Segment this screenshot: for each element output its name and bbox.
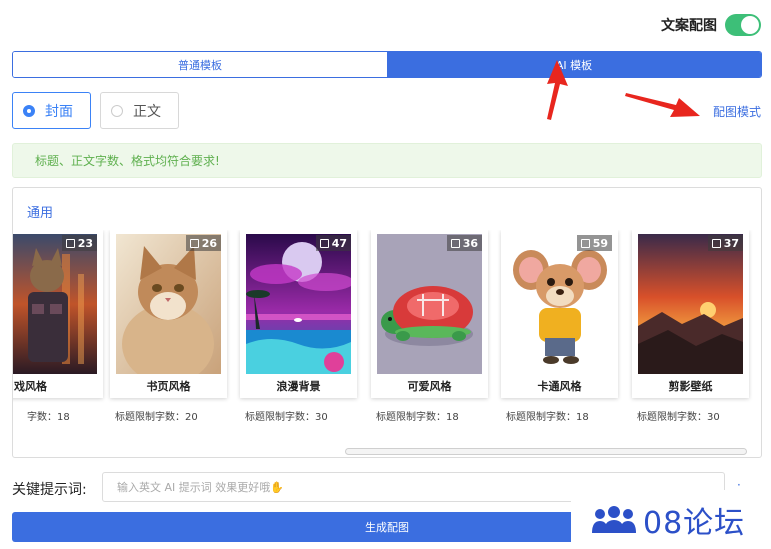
template-card[interactable]: 47 浪漫背景 [240,230,357,398]
template-card[interactable]: 59 卡通风格 [501,230,618,398]
tab-ai-template[interactable]: AI 模板 [387,52,761,77]
title-limit-text: 标题限制字数：30 [637,412,720,423]
title-limit-text: 标题限制字数：18 [376,412,459,423]
template-panel: 通用 23 戏风格 26 书页风格 47 浪漫背景 36 可爱风格 59 卡通风… [12,187,762,458]
template-thumbnail [638,234,743,374]
template-tabs: 普通模板 AI 模板 [12,51,762,78]
red-arrow-right-icon [625,93,700,117]
radio-dot-unchecked [111,104,123,117]
copy-image-toggle-row: 文案配图 [661,14,761,36]
template-name: 浪漫背景 [276,380,321,393]
template-name: 卡通风格 [537,380,582,393]
switch-knob [741,16,759,34]
template-card[interactable]: 26 书页风格 [110,230,227,398]
people-group-icon [592,505,636,533]
usage-count: 23 [77,236,93,250]
toggle-label: 文案配图 [661,18,717,34]
horizontal-scrollbar[interactable] [345,448,747,455]
usage-count-badge: 23 [61,235,97,251]
watermark-text: 08论坛 [643,505,746,541]
template-thumbnail [13,234,97,374]
edit-icon [450,238,460,248]
template-card-strip: 23 戏风格 26 书页风格 47 浪漫背景 36 可爱风格 59 卡通风格 3… [13,230,761,430]
usage-count: 37 [723,236,739,250]
edit-icon [580,238,590,248]
template-card[interactable]: 36 可爱风格 [371,230,488,398]
usage-count-badge: 26 [185,235,221,251]
title-limit-text: 标题限制字数：30 [245,412,328,423]
image-mode-link[interactable]: 配图模式 [713,103,761,120]
panel-category-title: 通用 [27,206,54,221]
usage-count-badge: 47 [315,235,351,251]
forum-watermark: 08论坛 [571,490,771,549]
template-card[interactable]: 23 戏风格 [13,230,103,398]
template-name: 书页风格 [146,380,191,393]
validation-success-alert: 标题、正文字数、格式均符合要求! [12,143,762,178]
usage-count: 47 [331,236,347,250]
red-arrow-up-icon [547,60,568,120]
usage-count: 59 [592,236,608,250]
title-limit-text: 标题限制字数：20 [115,412,198,423]
template-card[interactable]: 37 剪影壁纸 [632,230,749,398]
title-limit-text: 标题限制字数：18 [506,412,589,423]
template-name: 剪影壁纸 [668,380,713,393]
template-name: 戏风格 [14,380,47,393]
radio-cover-label: 封面 [45,103,73,120]
edit-icon [711,238,721,248]
template-thumbnail [507,234,612,374]
template-thumbnail [116,234,221,374]
radio-body[interactable]: 正文 [100,92,179,129]
usage-count-badge: 37 [707,235,743,251]
template-name: 可爱风格 [407,380,452,393]
edit-icon [65,238,75,248]
usage-count: 26 [201,236,217,250]
template-thumbnail [377,234,482,374]
radio-body-label: 正文 [133,103,161,120]
tab-normal-template[interactable]: 普通模板 [13,52,387,77]
radio-cover[interactable]: 封面 [12,92,91,129]
radio-dot-checked [23,104,35,117]
edit-icon [319,238,329,248]
keyword-label: 关键提示词: [12,482,87,498]
copy-image-switch[interactable] [725,14,761,36]
usage-count-badge: 59 [576,235,612,251]
edit-icon [189,238,199,248]
template-thumbnail [246,234,351,374]
title-limit-text: 字数：18 [27,412,70,423]
usage-count: 36 [462,236,478,250]
usage-count-badge: 36 [446,235,482,251]
